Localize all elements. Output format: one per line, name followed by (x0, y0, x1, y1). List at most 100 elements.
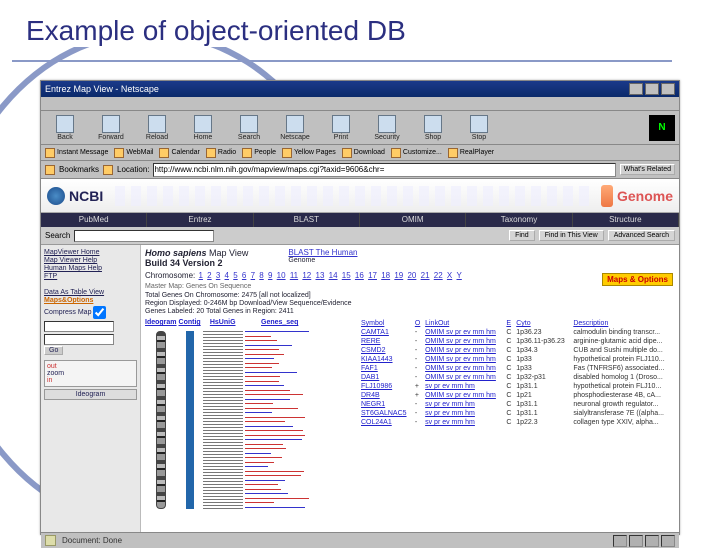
advanced-search-button[interactable]: Advanced Search (608, 230, 675, 241)
chrom-link-Y[interactable]: Y (456, 271, 461, 280)
sidebar-mapviewer-home[interactable]: MapViewer Home (44, 249, 137, 256)
tab-blast[interactable]: BLAST (254, 213, 360, 227)
track-ideogram[interactable]: Ideogram (145, 319, 177, 509)
webmail-link[interactable]: WebMail (114, 148, 153, 158)
search-input[interactable] (74, 230, 214, 242)
compress-map-label: Compress Map (44, 309, 91, 316)
customize-link[interactable]: Customize... (391, 148, 442, 158)
chrom-link-18[interactable]: 18 (381, 271, 390, 280)
netscape-button[interactable]: Netscape (275, 115, 315, 141)
sidebar-data-table-view[interactable]: Data As Table View (44, 289, 137, 296)
chrom-link-9[interactable]: 9 (268, 271, 272, 280)
chrom-link-6[interactable]: 6 (242, 271, 246, 280)
tab-taxonomy[interactable]: Taxonomy (466, 213, 572, 227)
chrom-link-17[interactable]: 17 (368, 271, 377, 280)
zoom-out-label[interactable]: out (47, 363, 134, 370)
contig-graphic[interactable] (186, 331, 194, 509)
sidebar-maps-options[interactable]: Maps&Options (44, 297, 137, 304)
chrom-link-11[interactable]: 11 (290, 271, 298, 280)
bookmarks-label[interactable]: Bookmarks (59, 165, 99, 174)
genes-seq-graphic[interactable] (245, 331, 315, 509)
stop-button[interactable]: Stop (459, 115, 499, 141)
table-header[interactable]: Cyto (514, 319, 571, 328)
chrom-link-X[interactable]: X (447, 271, 452, 280)
ideogram-graphic[interactable] (156, 331, 166, 509)
chrom-link-14[interactable]: 14 (329, 271, 338, 280)
tab-entrez[interactable]: Entrez (147, 213, 253, 227)
table-header[interactable]: Description (571, 319, 675, 328)
chrom-link-12[interactable]: 12 (302, 271, 311, 280)
radio-link[interactable]: Radio (206, 148, 236, 158)
chrom-link-7[interactable]: 7 (251, 271, 255, 280)
calendar-link[interactable]: Calendar (159, 148, 199, 158)
table-header[interactable]: E (504, 319, 514, 328)
realplayer-link[interactable]: RealPlayer (448, 148, 494, 158)
chrom-link-2[interactable]: 2 (207, 271, 211, 280)
yellowpages-link[interactable]: Yellow Pages (282, 148, 336, 158)
reload-button[interactable]: Reload (137, 115, 177, 141)
master-map-label: Master Map: Genes On Sequence (145, 283, 675, 290)
track-hsunig[interactable]: HsUniG (203, 319, 243, 509)
table-header[interactable]: O (413, 319, 423, 328)
bookmarks-icon[interactable] (45, 165, 55, 175)
chrom-link-5[interactable]: 5 (233, 271, 237, 280)
sidebar-input-2[interactable] (44, 334, 114, 345)
chrom-link-22[interactable]: 22 (434, 271, 443, 280)
chrom-link-8[interactable]: 8 (259, 271, 263, 280)
browser-menubar[interactable] (41, 97, 679, 111)
chrom-link-10[interactable]: 10 (277, 271, 286, 280)
download-link[interactable]: Download (342, 148, 385, 158)
minimize-button[interactable] (629, 83, 643, 95)
print-button[interactable]: Print (321, 115, 361, 141)
security-lock-icon[interactable] (45, 535, 56, 546)
maps-options-button[interactable]: Maps & Options (602, 273, 673, 286)
chrom-link-1[interactable]: 1 (198, 271, 202, 280)
status-icon-1[interactable] (613, 535, 627, 547)
window-titlebar: Entrez Map View - Netscape (41, 81, 679, 97)
maximize-button[interactable] (645, 83, 659, 95)
sidebar-mapviewer-help[interactable]: Map Viewer Help (44, 257, 137, 264)
close-button[interactable] (661, 83, 675, 95)
tab-omim[interactable]: OMIM (360, 213, 466, 227)
url-input[interactable] (153, 163, 615, 177)
track-contig[interactable]: Contig (179, 319, 201, 509)
sidebar-go-button[interactable]: Go (44, 346, 63, 355)
hsunig-graphic[interactable] (203, 331, 243, 509)
status-icon-2[interactable] (629, 535, 643, 547)
track-genes-seq[interactable]: Genes_seq (245, 319, 315, 509)
chrom-link-21[interactable]: 21 (421, 271, 430, 280)
back-button[interactable]: Back (45, 115, 85, 141)
find-button[interactable]: Find (509, 230, 535, 241)
chrom-link-19[interactable]: 19 (394, 271, 403, 280)
find-in-view-button[interactable]: Find in This View (539, 230, 604, 241)
sidebar-input-1[interactable] (44, 321, 114, 332)
whats-related-button[interactable]: What's Related (620, 164, 675, 175)
zoom-control[interactable]: out zoom in (44, 360, 137, 387)
compress-map-checkbox[interactable] (93, 306, 106, 319)
genome-logo[interactable]: Genome (601, 185, 673, 207)
chrom-link-13[interactable]: 13 (316, 271, 325, 280)
table-header[interactable]: LinkOut (423, 319, 504, 328)
tab-pubmed[interactable]: PubMed (41, 213, 147, 227)
security-button[interactable]: Security (367, 115, 407, 141)
blast-human-link[interactable]: BLAST The Human (288, 248, 357, 257)
chrom-link-20[interactable]: 20 (407, 271, 416, 280)
ncbi-logo[interactable]: NCBI (47, 187, 103, 205)
shop-button[interactable]: Shop (413, 115, 453, 141)
status-icon-3[interactable] (645, 535, 659, 547)
instant-message-link[interactable]: Instant Message (45, 148, 108, 158)
zoom-in-label[interactable]: in (47, 377, 134, 384)
chrom-link-16[interactable]: 16 (355, 271, 364, 280)
chrom-link-4[interactable]: 4 (225, 271, 229, 280)
chrom-link-15[interactable]: 15 (342, 271, 351, 280)
forward-button[interactable]: Forward (91, 115, 131, 141)
search-button[interactable]: Search (229, 115, 269, 141)
people-link[interactable]: People (242, 148, 276, 158)
tab-structure[interactable]: Structure (573, 213, 679, 227)
home-button[interactable]: Home (183, 115, 223, 141)
sidebar-ftp[interactable]: FTP (44, 273, 137, 280)
status-icon-4[interactable] (661, 535, 675, 547)
table-header[interactable]: Symbol (359, 319, 413, 328)
chrom-link-3[interactable]: 3 (216, 271, 220, 280)
sidebar-human-maps-help[interactable]: Human Maps Help (44, 265, 137, 272)
